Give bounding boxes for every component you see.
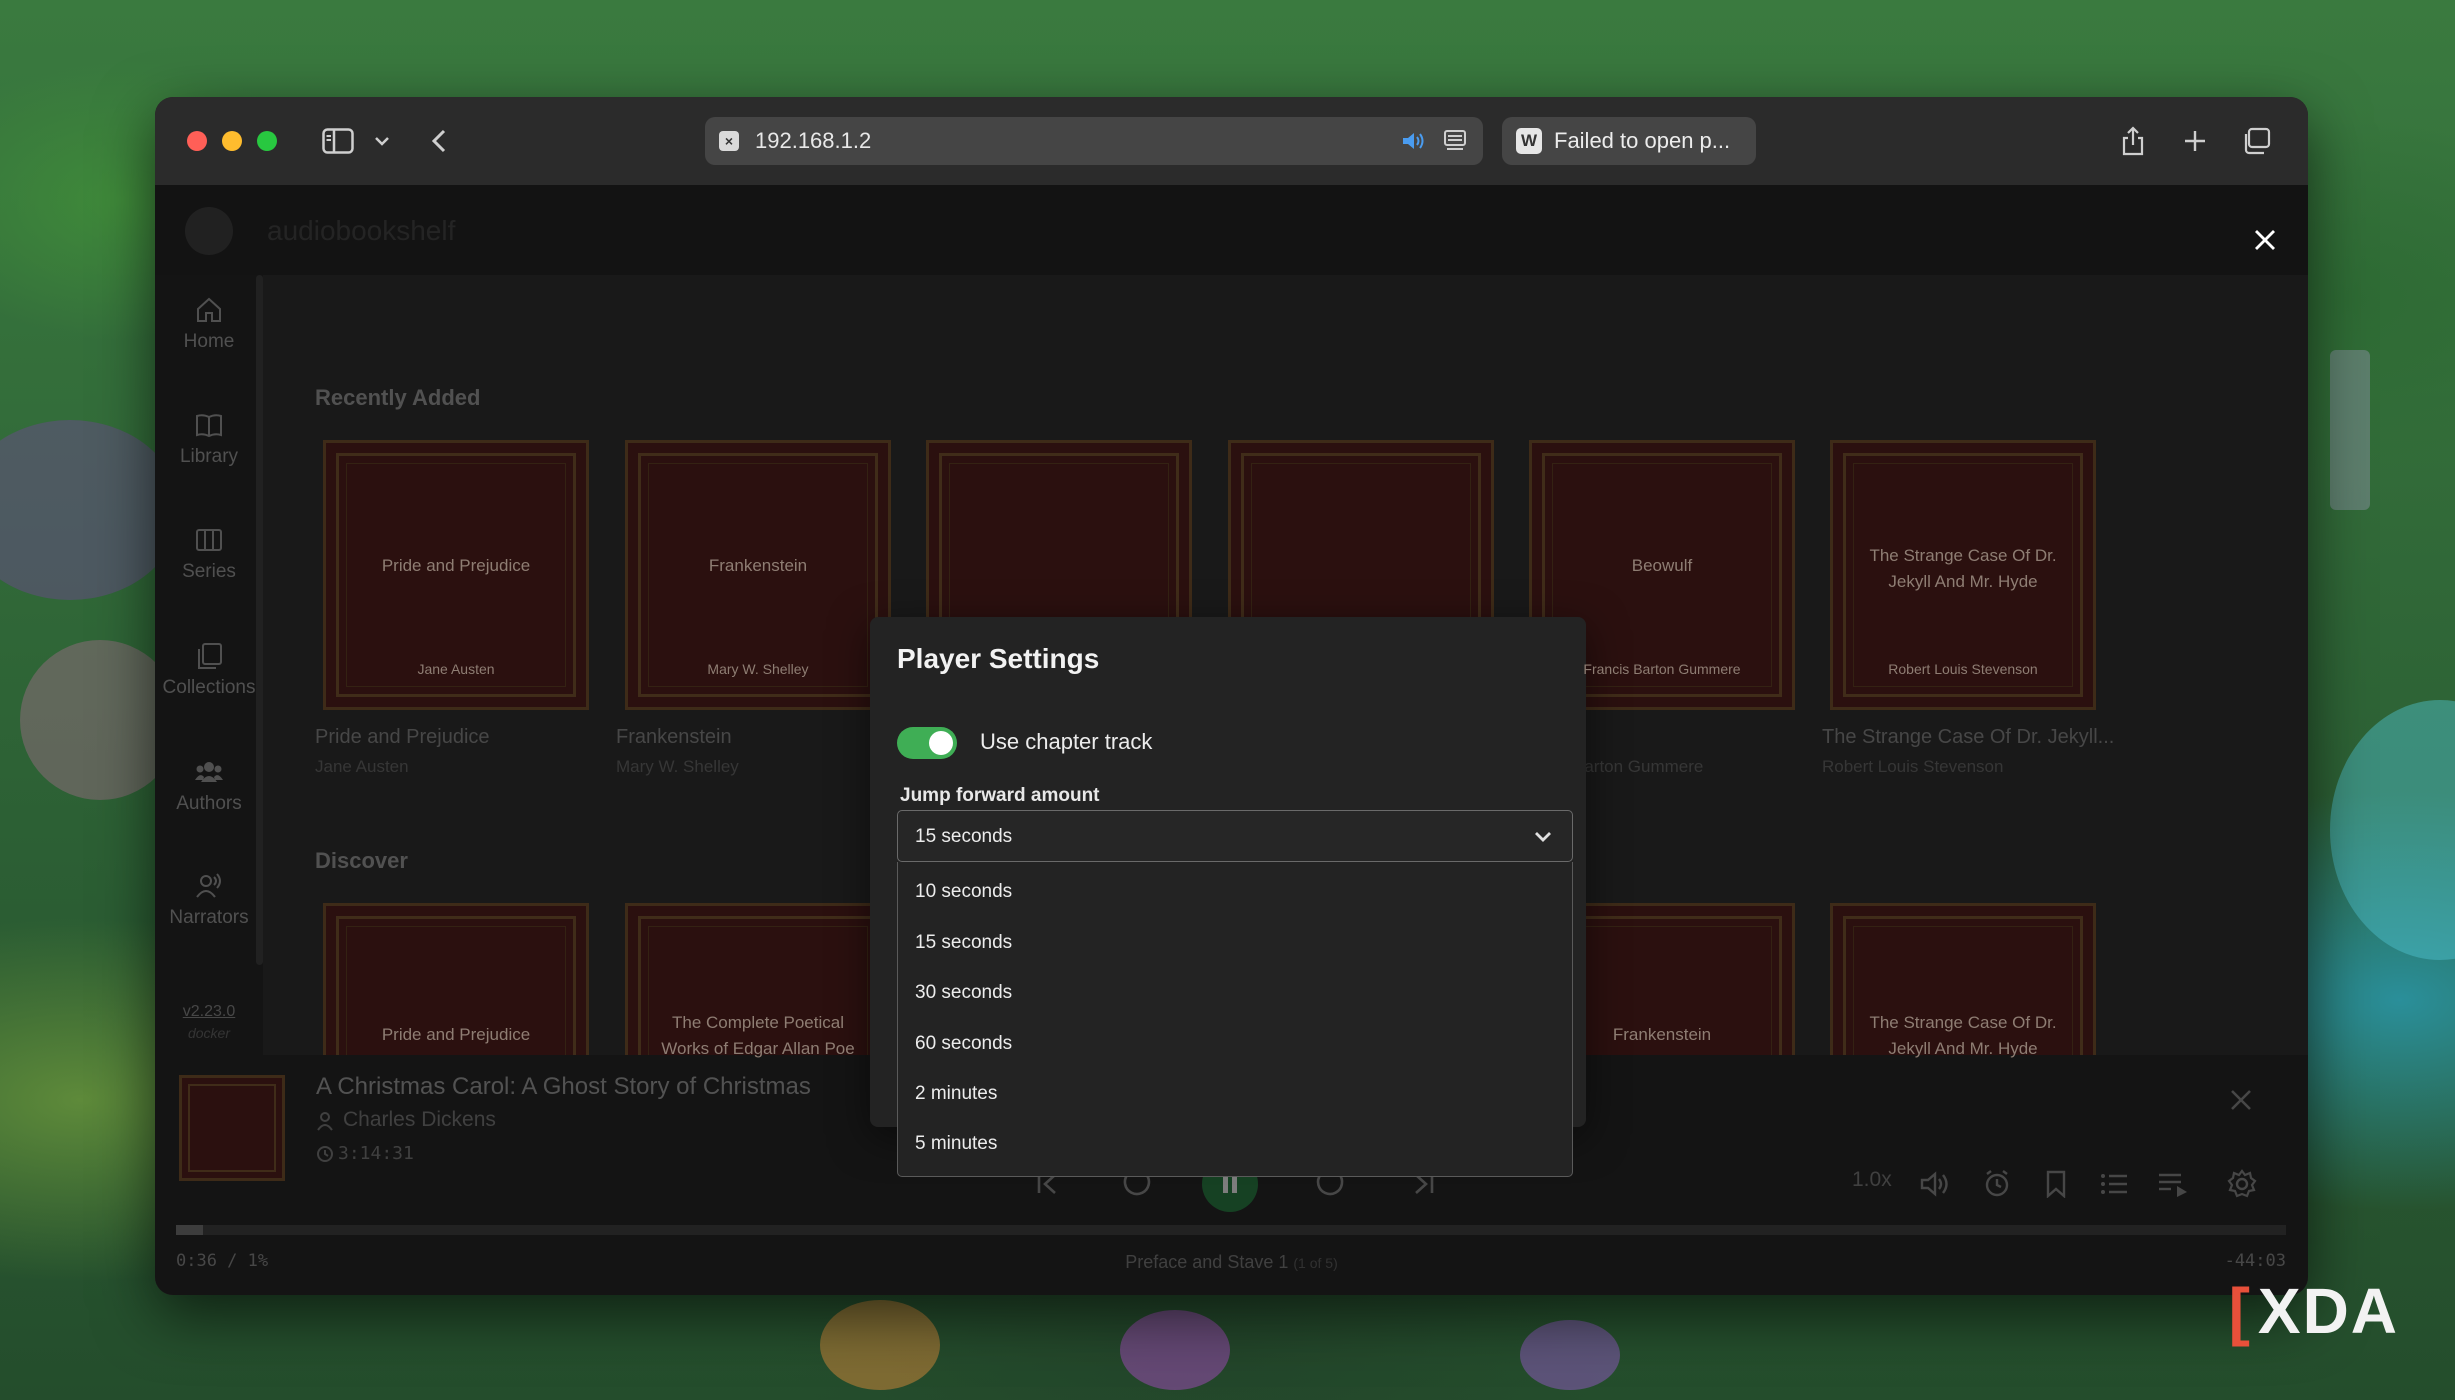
minimize-window-button[interactable]: [222, 131, 242, 151]
watermark-bracket: [: [2228, 1275, 2252, 1347]
option-30-seconds[interactable]: 30 seconds: [898, 968, 1572, 1018]
book-cover-title: Frankenstein: [708, 556, 808, 575]
audio-playing-icon[interactable]: [1401, 130, 1427, 157]
site-favicon-icon: ×: [719, 131, 739, 151]
book-cover-title: Pride and Prejudice: [381, 1025, 531, 1044]
browser-titlebar: × 192.168.1.2 W Failed to open p...: [155, 97, 2308, 185]
option-5-minutes[interactable]: 5 minutes: [898, 1119, 1572, 1169]
chevron-down-icon[interactable]: [370, 121, 394, 161]
book-cover-title: The Strange Case Of Dr. Jekyll And Mr. H…: [1869, 1013, 2057, 1058]
xda-watermark: [ XDA: [2229, 1274, 2399, 1348]
tab-title: Failed to open p...: [1554, 128, 1731, 153]
close-window-button[interactable]: [187, 131, 207, 151]
tab-favicon: W: [1516, 128, 1542, 154]
sidebar-toggle-icon[interactable]: [318, 121, 358, 161]
watermark-text: XDA: [2257, 1275, 2399, 1347]
maximize-window-button[interactable]: [257, 131, 277, 151]
option-60-seconds[interactable]: 60 seconds: [898, 1019, 1572, 1069]
jump-forward-options: 10 seconds 15 seconds 30 seconds 60 seco…: [897, 862, 1573, 1177]
jump-forward-select[interactable]: 15 seconds: [897, 810, 1573, 862]
back-arrow-icon[interactable]: [425, 121, 453, 161]
chapter-track-toggle[interactable]: [897, 727, 957, 759]
select-value: 15 seconds: [915, 826, 1013, 847]
new-tab-plus-icon[interactable]: [2179, 121, 2211, 161]
book-cover-title: Pride and Prejudice: [381, 556, 531, 575]
option-10-seconds[interactable]: 10 seconds: [898, 867, 1572, 917]
address-bar[interactable]: × 192.168.1.2: [705, 117, 1483, 165]
book-cover-author: Robert Louis Stevenson: [1888, 661, 2038, 677]
modal-title: Player Settings: [897, 643, 1100, 674]
browser-tab[interactable]: W Failed to open p...: [1502, 117, 1756, 165]
toggle-knob: [929, 731, 953, 755]
option-15-seconds[interactable]: 15 seconds: [898, 918, 1572, 968]
audiobookshelf-app: audiobookshelf Home Library Series Colle…: [155, 185, 2308, 1295]
book-cover-title: The Complete Poetical Works of Edgar All…: [661, 1013, 855, 1058]
option-2-minutes[interactable]: 2 minutes: [898, 1069, 1572, 1119]
chevron-down-icon: [1535, 832, 1551, 842]
close-modal-icon[interactable]: [2252, 227, 2282, 257]
reader-mode-icon[interactable]: [1443, 129, 1467, 158]
browser-window: × 192.168.1.2 W Failed to open p... audi…: [155, 97, 2308, 1295]
book-cover-title: Beowulf: [1631, 556, 1693, 575]
jump-forward-label: Jump forward amount: [900, 785, 1100, 806]
tab-overview-icon[interactable]: [2239, 121, 2273, 161]
book-cover-author: Jane Austen: [417, 661, 495, 677]
url-text: 192.168.1.2: [755, 128, 872, 153]
book-cover-title: The Strange Case Of Dr. Jekyll And Mr. H…: [1869, 546, 2057, 591]
book-cover-author: Francis Barton Gummere: [1583, 661, 1741, 677]
toggle-label[interactable]: Use chapter track: [980, 729, 1152, 755]
book-cover-title: Frankenstein: [1612, 1025, 1712, 1044]
share-icon[interactable]: [2117, 121, 2149, 161]
player-settings-modal: Player Settings Use chapter track Jump f…: [870, 617, 1586, 1177]
book-cover-author: Mary W. Shelley: [707, 661, 809, 677]
